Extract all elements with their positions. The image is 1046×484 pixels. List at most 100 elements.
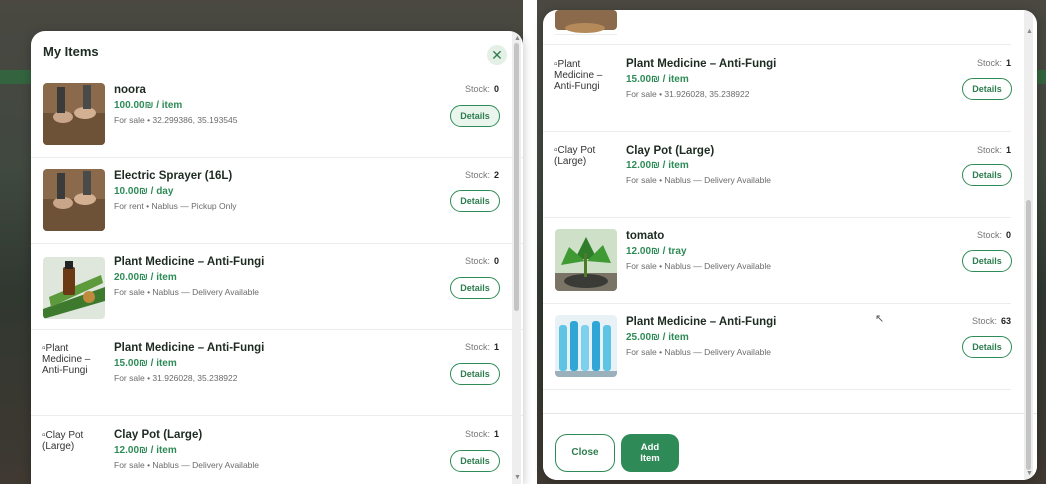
image-alt-text: Plant Medicine – Anti-Fungi: [42, 343, 91, 376]
modal-footer: Close Add Item: [543, 413, 1037, 480]
details-button[interactable]: Details: [450, 105, 500, 127]
image-alt-text: Plant Medicine – Anti-Fungi: [554, 59, 603, 92]
item-stock: Stock: 1: [465, 342, 499, 352]
item-meta: For sale • Nablus — Delivery Available: [626, 261, 772, 271]
details-button[interactable]: Details: [450, 277, 500, 299]
item-meta: For sale • 31.926028, 35.238922: [114, 373, 238, 383]
item-price: 25.00₪ / item: [626, 332, 689, 343]
stock-value: 1: [1005, 58, 1011, 68]
backdrop-nav-band-right: [1037, 70, 1046, 84]
item-name: Plant Medicine – Anti-Fungi: [626, 316, 777, 328]
item-stock: Stock: 1: [977, 58, 1011, 68]
item-photo: [43, 169, 105, 231]
scroll-down-icon[interactable]: ▼: [1026, 470, 1033, 477]
stock-value: 1: [493, 429, 499, 439]
broken-image-alt: ▫Plant Medicine – Anti-Fungi: [554, 59, 603, 92]
item-photo: [43, 83, 105, 145]
scrollbar-thumb[interactable]: [514, 43, 519, 311]
item-price: 12.00₪ / item: [626, 160, 689, 171]
stock-label: Stock:: [464, 170, 490, 180]
item-stock: Stock: 0: [465, 84, 499, 94]
details-button[interactable]: Details: [450, 450, 500, 472]
list-item: tomato 12.00₪ / tray For sale • Nablus —…: [543, 217, 1012, 304]
item-name: Electric Sprayer (16L): [114, 170, 233, 182]
modal-title: My Items: [43, 44, 99, 59]
details-button[interactable]: Details: [450, 363, 500, 385]
stock-label: Stock:: [971, 316, 997, 326]
scroll-up-icon[interactable]: ▲: [514, 35, 521, 42]
item-stock: Stock: 0: [465, 256, 499, 266]
item-price: 20.00₪ / item: [114, 272, 177, 283]
scrollbar[interactable]: ▲ ▼: [512, 31, 521, 484]
item-photo: [43, 257, 105, 319]
add-item-label: Add Item: [640, 442, 660, 464]
scrollbar-thumb[interactable]: [1026, 200, 1031, 470]
stock-value: 0: [493, 84, 499, 94]
item-meta: For rent • Nablus — Pickup Only: [114, 201, 237, 211]
list-item: Electric Sprayer (16L) 10.00₪ / day For …: [31, 157, 523, 244]
item-name: Clay Pot (Large): [626, 145, 715, 157]
item-name: tomato: [626, 230, 665, 242]
details-button[interactable]: Details: [962, 164, 1012, 186]
list-item: ▫Clay Pot (Large) Clay Pot (Large) 12.00…: [543, 131, 1012, 218]
item-name: Plant Medicine – Anti-Fungi: [114, 342, 265, 354]
modal-header: My Items ✕: [31, 31, 523, 71]
my-items-modal: My Items ✕ noora 100.00₪ / item For sale…: [31, 31, 523, 484]
item-photo: [555, 229, 617, 291]
image-alt-text: Clay Pot (Large): [42, 430, 84, 452]
item-price: 15.00₪ / item: [626, 74, 689, 85]
details-button[interactable]: Details: [450, 190, 500, 212]
item-photo-partial: [555, 10, 617, 35]
item-stock: Stock: 0: [977, 230, 1011, 240]
list-item: Plant Medicine – Anti-Fungi 20.00₪ / ite…: [31, 243, 523, 330]
item-price: 10.00₪ / day: [114, 186, 174, 197]
item-stock: Stock: 63: [972, 316, 1011, 326]
stock-value: 0: [493, 256, 499, 266]
item-name: Clay Pot (Large): [114, 429, 203, 441]
stock-label: Stock:: [464, 342, 490, 352]
item-meta: For sale • Nablus — Delivery Available: [114, 460, 260, 470]
list-item: Plant Medicine – Anti-Fungi 25.00₪ / ite…: [543, 303, 1012, 390]
details-button[interactable]: Details: [962, 250, 1012, 272]
my-items-modal-scrolled: ▫Plant Medicine – Anti-Fungi Plant Medic…: [543, 10, 1037, 480]
item-name: Plant Medicine – Anti-Fungi: [626, 58, 777, 70]
item-price: 15.00₪ / item: [114, 358, 177, 369]
details-button[interactable]: Details: [962, 78, 1012, 100]
stock-label: Stock:: [976, 58, 1002, 68]
close-button[interactable]: Close: [555, 434, 615, 472]
broken-image-alt: ▫Clay Pot (Large): [554, 145, 596, 167]
image-alt-text: Clay Pot (Large): [554, 145, 596, 167]
details-button[interactable]: Details: [962, 336, 1012, 358]
item-stock: Stock: 2: [465, 170, 499, 180]
cursor-icon: ↖: [875, 313, 885, 325]
stock-label: Stock:: [464, 429, 490, 439]
item-photo: [555, 315, 617, 377]
scroll-up-icon[interactable]: ▲: [1026, 28, 1033, 35]
item-stock: Stock: 1: [977, 145, 1011, 155]
add-item-button[interactable]: Add Item: [621, 434, 679, 472]
item-meta: For sale • Nablus — Delivery Available: [626, 175, 772, 185]
list-item: ▫Clay Pot (Large) Clay Pot (Large) 12.00…: [31, 415, 523, 484]
item-price: 100.00₪ / item: [114, 100, 183, 111]
broken-image-alt: ▫Clay Pot (Large): [42, 430, 84, 452]
backdrop-nav-band: [0, 70, 31, 84]
stock-value: 1: [1005, 145, 1011, 155]
stock-value: 1: [493, 342, 499, 352]
close-icon[interactable]: ✕: [487, 45, 507, 65]
stock-value: 2: [493, 170, 499, 180]
item-name: noora: [114, 84, 146, 96]
scrollbar[interactable]: ▲ ▼: [1024, 10, 1033, 480]
item-meta: For sale • Nablus — Delivery Available: [626, 347, 772, 357]
stock-value: 0: [1005, 230, 1011, 240]
stock-label: Stock:: [464, 256, 490, 266]
item-meta: For sale • 32.299386, 35.193545: [114, 115, 238, 125]
list-item: ▫Plant Medicine – Anti-Fungi Plant Medic…: [543, 45, 1012, 132]
list-item: noora 100.00₪ / item For sale • 32.29938…: [31, 71, 523, 158]
broken-image-alt: ▫Plant Medicine – Anti-Fungi: [42, 343, 91, 376]
scroll-down-icon[interactable]: ▼: [514, 474, 521, 481]
item-name: Plant Medicine – Anti-Fungi: [114, 256, 265, 268]
item-price: 12.00₪ / tray: [626, 246, 687, 257]
stock-label: Stock:: [464, 84, 490, 94]
item-meta: For sale • Nablus — Delivery Available: [114, 287, 260, 297]
item-price: 12.00₪ / item: [114, 445, 177, 456]
